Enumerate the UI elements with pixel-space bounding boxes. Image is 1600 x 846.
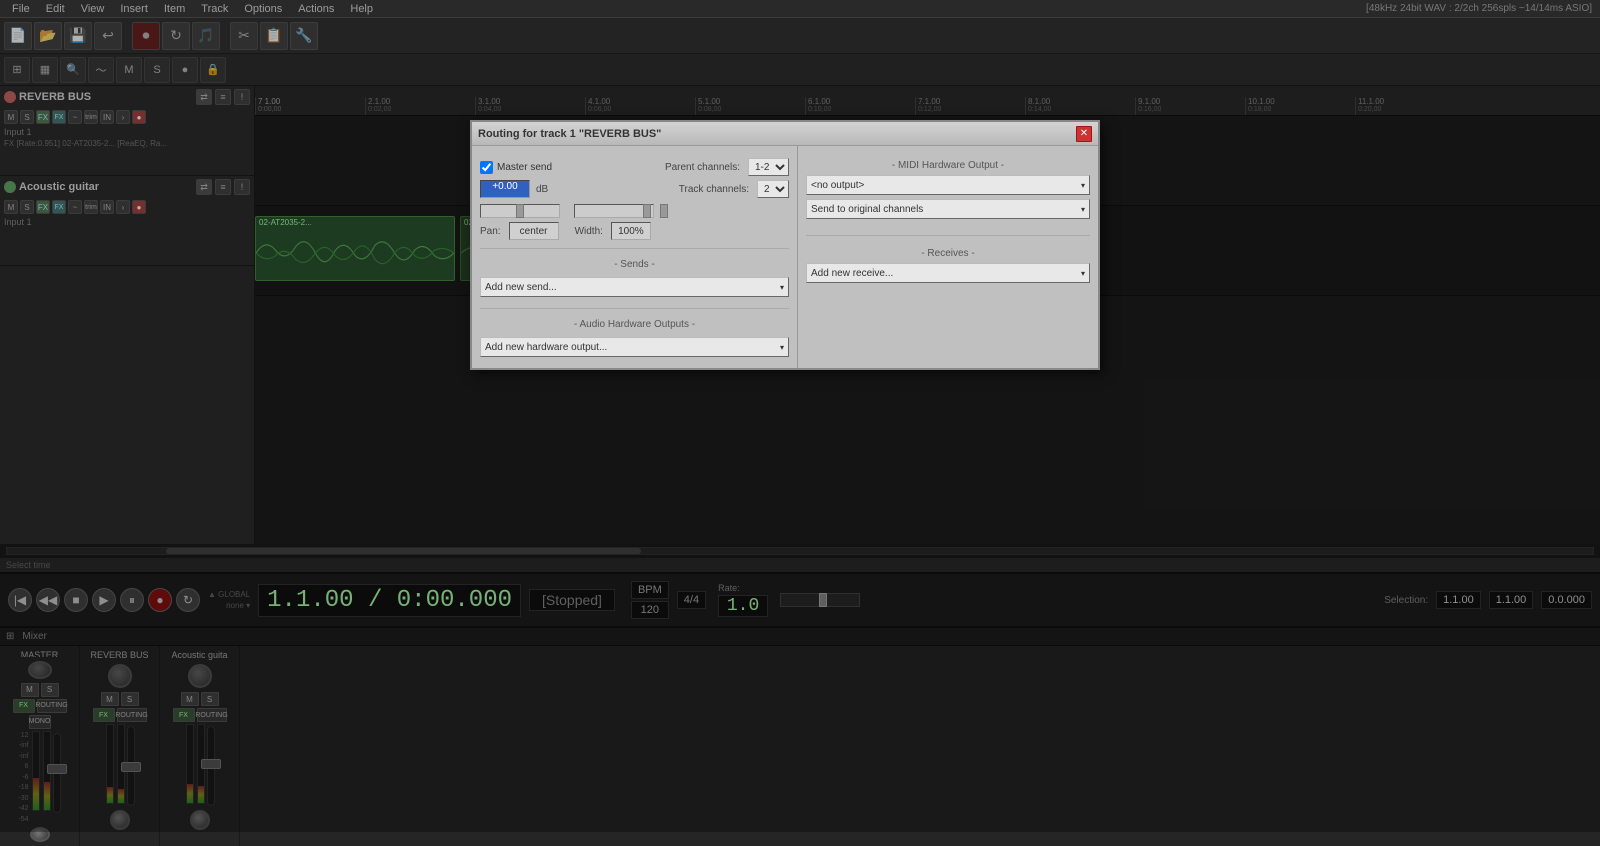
no-output-label: <no output> (811, 180, 864, 191)
master-send-text: Master send (497, 162, 552, 173)
width-slider-track[interactable] (574, 204, 654, 218)
master-send-row: Master send Parent channels: 1-2 (480, 158, 789, 176)
width-label: Width: (575, 226, 603, 237)
dialog-close-button[interactable]: ✕ (1076, 126, 1092, 142)
add-send-row: Add new send... ▾ (480, 274, 789, 300)
receives-section: - Receives - Add new receive... ▾ (806, 235, 1090, 283)
dialog-body: Master send Parent channels: 1-2 +0.00 d… (472, 146, 1098, 368)
pan-width-row: Pan: center Width: 100% (480, 222, 789, 240)
add-hw-output-row: Add new hardware output... ▾ (480, 334, 789, 360)
db-row: +0.00 dB Track channels: 2 (480, 180, 789, 198)
add-send-dropdown[interactable]: Add new send... ▾ (480, 277, 789, 297)
receives-title: - Receives - (806, 248, 1090, 259)
add-send-arrow: ▾ (780, 283, 784, 292)
parent-channels-label: Parent channels: (665, 162, 740, 173)
pan-slider-track[interactable] (480, 204, 560, 218)
pan-slider-row (480, 204, 789, 218)
dialog-left-panel: Master send Parent channels: 1-2 +0.00 d… (472, 146, 798, 368)
add-send-label: Add new send... (485, 282, 557, 293)
hw-outputs-title: - Audio Hardware Outputs - (480, 319, 789, 330)
add-receive-arrow: ▾ (1081, 269, 1085, 278)
pan-value[interactable]: center (509, 222, 559, 240)
master-send-label[interactable]: Master send (480, 161, 552, 174)
send-to-channels-label: Send to original channels (811, 204, 923, 215)
add-hw-output-arrow: ▾ (780, 343, 784, 352)
midi-hw-title: - MIDI Hardware Output - (806, 160, 1090, 171)
sends-title: - Sends - (480, 259, 789, 270)
pan-slider-handle[interactable] (516, 204, 524, 218)
slider-end-handle[interactable] (660, 204, 668, 218)
sends-section: - Sends - Add new send... ▾ (480, 248, 789, 300)
db-unit: dB (536, 184, 548, 195)
track-channels-label: Track channels: (679, 184, 749, 195)
no-output-arrow: ▾ (1081, 181, 1085, 190)
dialog-right-panel: - MIDI Hardware Output - <no output> ▾ S… (798, 146, 1098, 368)
dialog-title: Routing for track 1 "REVERB BUS" (478, 128, 1076, 140)
send-to-channels-dropdown[interactable]: Send to original channels ▾ (806, 199, 1090, 219)
db-input[interactable]: +0.00 (480, 180, 530, 198)
add-hw-output-dropdown[interactable]: Add new hardware output... ▾ (480, 337, 789, 357)
hw-outputs-section: - Audio Hardware Outputs - Add new hardw… (480, 308, 789, 360)
dialog-titlebar: Routing for track 1 "REVERB BUS" ✕ (472, 122, 1098, 146)
send-to-channels-arrow: ▾ (1081, 205, 1085, 214)
master-send-checkbox[interactable] (480, 161, 493, 174)
add-receive-label: Add new receive... (811, 268, 893, 279)
add-hw-output-label: Add new hardware output... (485, 342, 607, 353)
parent-channels-select[interactable]: 1-2 (748, 158, 789, 176)
routing-dialog: Routing for track 1 "REVERB BUS" ✕ Maste… (470, 120, 1100, 370)
width-value[interactable]: 100% (611, 222, 651, 240)
midi-hw-section: - MIDI Hardware Output - <no output> ▾ S… (806, 160, 1090, 219)
add-receive-dropdown[interactable]: Add new receive... ▾ (806, 263, 1090, 283)
track-channels-select[interactable]: 2 (757, 180, 789, 198)
pan-label: Pan: (480, 226, 501, 237)
width-slider-handle[interactable] (643, 204, 651, 218)
no-output-dropdown[interactable]: <no output> ▾ (806, 175, 1090, 195)
